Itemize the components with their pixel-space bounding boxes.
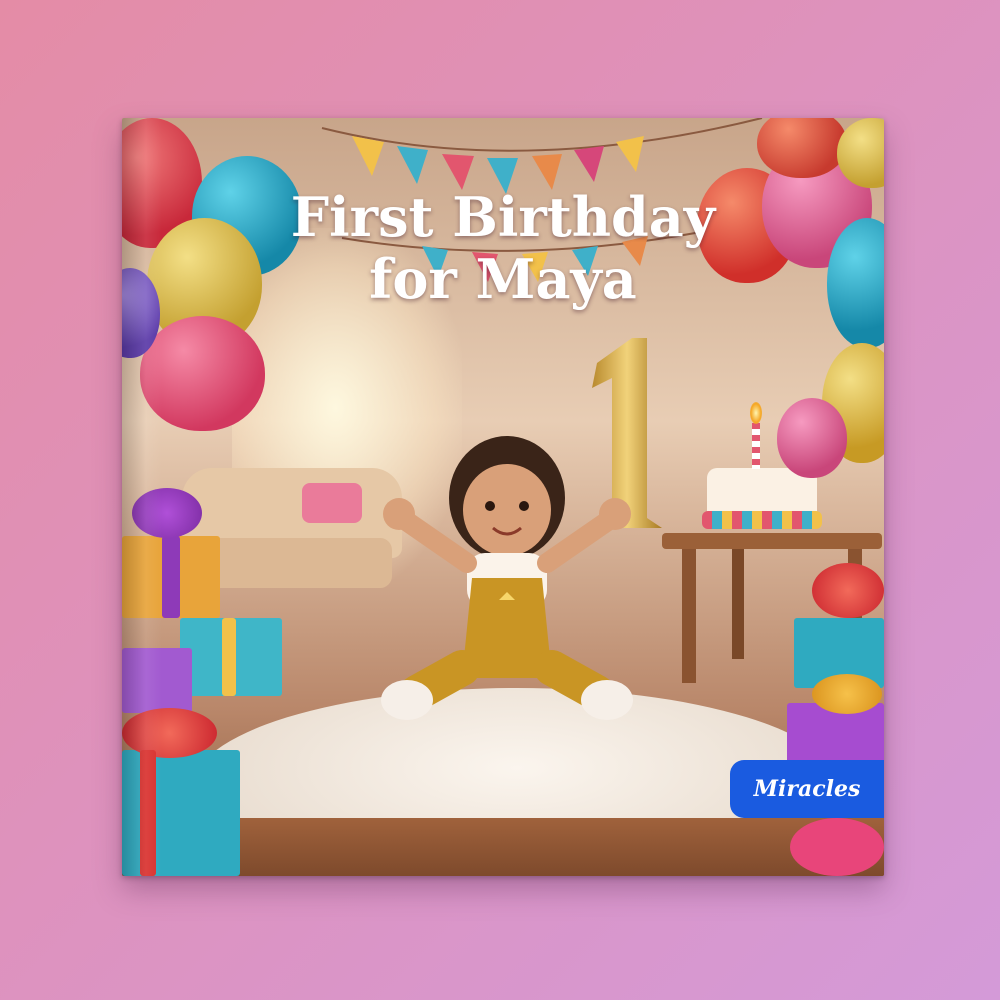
title-line-2: for Maya	[369, 247, 637, 311]
title-line-1: First Birthday	[290, 185, 716, 249]
brand-badge: Miracles	[730, 760, 884, 818]
book-cover: First Birthday for Maya Miracles	[122, 118, 884, 876]
book-title: First Birthday for Maya	[122, 186, 884, 310]
toddler	[377, 428, 637, 728]
